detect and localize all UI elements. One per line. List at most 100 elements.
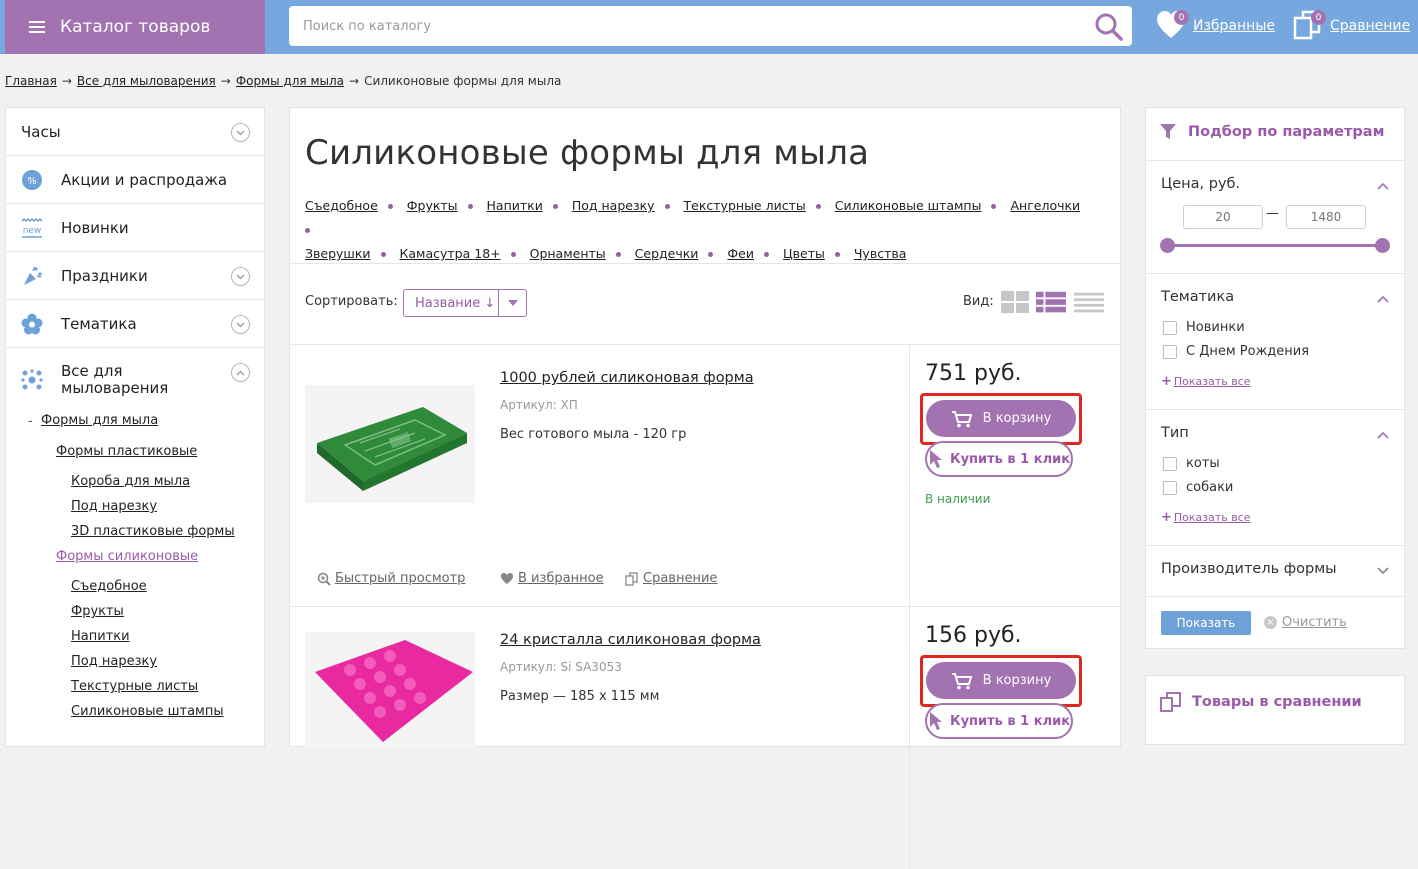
search-icon[interactable] (1094, 12, 1124, 42)
filter-apply-button[interactable]: Показать (1161, 611, 1251, 635)
compare-icon (1160, 692, 1181, 712)
checkbox[interactable] (1163, 480, 1177, 495)
sidebar-item-themes[interactable]: Тематика (6, 300, 264, 348)
tag-link[interactable]: Текстурные листы (684, 198, 806, 213)
chevron-down-icon[interactable] (231, 315, 250, 334)
catalog-menu-button[interactable]: Каталог товаров (5, 0, 265, 54)
checkbox[interactable] (1163, 456, 1177, 471)
checkbox-dogs[interactable]: собаки (1163, 480, 1233, 495)
price-range-min-handle[interactable] (1160, 238, 1175, 253)
tag-link[interactable]: Камасутра 18+ (400, 246, 501, 261)
chevron-down-icon[interactable] (231, 267, 250, 286)
compare-icon: 0 (1292, 8, 1326, 44)
checkbox[interactable] (1163, 320, 1177, 335)
tag-link[interactable]: Напитки (487, 198, 543, 213)
tag-link[interactable]: Феи (727, 246, 754, 261)
sidebar-item-holidays[interactable]: Праздники (6, 252, 264, 300)
tag-link[interactable]: Силиконовые штампы (835, 198, 982, 213)
chevron-down-icon[interactable] (231, 123, 250, 142)
clear-label: Очистить (1282, 615, 1347, 630)
breadcrumb-link[interactable]: Главная (5, 74, 57, 88)
tag-link[interactable]: Чувства (854, 246, 907, 261)
show-all-link[interactable]: + Показать все (1161, 374, 1251, 389)
sidebar-item-soapmaking[interactable]: Все для мыловарения (6, 348, 264, 416)
product-price: 751 руб. (925, 361, 1022, 386)
breadcrumb-link[interactable]: Все для мыловарения (77, 74, 216, 88)
search-input[interactable] (289, 6, 1069, 46)
product-image[interactable] (305, 632, 475, 750)
search-box (289, 6, 1132, 46)
checkbox-label: коты (1186, 456, 1220, 471)
chevron-up-icon[interactable] (1377, 431, 1389, 439)
checkbox-cats[interactable]: коты (1163, 456, 1220, 471)
tag-link[interactable]: Съедобное (305, 198, 378, 213)
sidebar-sub-boxes[interactable]: Короба для мыла (71, 474, 190, 489)
filter-theme-title[interactable]: Тематика (1161, 289, 1234, 305)
filter-panel: Подбор по параметрам Цена, руб. — Темати… (1145, 107, 1405, 649)
sidebar-sub-fruits[interactable]: Фрукты (71, 604, 124, 619)
compare-link[interactable]: 0 Сравнение (1292, 8, 1410, 44)
sidebar-sub-3d-plastic[interactable]: 3D пластиковые формы (71, 524, 235, 539)
buy-one-click-button[interactable]: Купить в 1 клик (925, 441, 1073, 477)
percent-icon: % (21, 169, 43, 191)
sidebar-sub-forms-plastic[interactable]: Формы пластиковые (56, 444, 197, 459)
chevron-up-icon[interactable] (1377, 295, 1389, 303)
sidebar-sub-cut[interactable]: Под нарезку (71, 499, 157, 514)
filter-price-title[interactable]: Цена, руб. (1161, 176, 1240, 192)
chevron-up-icon[interactable] (231, 363, 250, 382)
grid-view-icon[interactable] (1001, 291, 1031, 315)
add-to-cart-label: В корзину (982, 673, 1052, 688)
product-image[interactable] (305, 385, 475, 503)
divider (290, 263, 1120, 264)
price-max-input[interactable] (1286, 205, 1366, 229)
chevron-down-icon[interactable] (1377, 567, 1389, 575)
product-name-link[interactable]: 1000 рублей силиконовая форма (500, 370, 754, 386)
filter-type-title[interactable]: Тип (1161, 425, 1189, 441)
tag-dot (305, 228, 310, 233)
sidebar-sub-forms-silicone[interactable]: Формы силиконовые (56, 549, 198, 564)
tag-link[interactable]: Зверушки (305, 246, 371, 261)
add-to-cart-button[interactable]: В корзину (926, 400, 1076, 437)
filter-clear-button[interactable]: × Очистить (1264, 615, 1347, 630)
compare-panel-title[interactable]: Товары в сравнении (1160, 692, 1362, 712)
add-compare-link[interactable]: Сравнение (625, 571, 717, 586)
product-name-link[interactable]: 24 кристалла силиконовая форма (500, 632, 761, 648)
buy-one-click-button[interactable]: Купить в 1 клик (925, 703, 1073, 739)
tag-link[interactable]: Сердечки (635, 246, 699, 261)
sidebar-item-sales[interactable]: % Акции и распродажа (6, 156, 264, 204)
add-favorite-link[interactable]: В избранное (500, 571, 604, 586)
sidebar-item-new[interactable]: new Новинки (6, 204, 264, 252)
sort-select[interactable]: Название ↓ (403, 289, 527, 317)
price-range-track[interactable] (1166, 244, 1383, 247)
sidebar-sub-drinks[interactable]: Напитки (71, 629, 130, 644)
tag-link[interactable]: Цветы (783, 246, 825, 261)
add-to-cart-button[interactable]: В корзину (926, 662, 1076, 699)
close-icon: × (1264, 616, 1277, 629)
quick-view-link[interactable]: Быстрый просмотр (317, 571, 465, 586)
sidebar-sub-forms-soap[interactable]: Формы для мыла (41, 413, 158, 428)
sidebar-sub-stamps[interactable]: Силиконовые штампы (71, 704, 224, 719)
favorites-link[interactable]: 0 Избранные (1155, 8, 1275, 44)
sidebar-sub-edible[interactable]: Съедобное (71, 579, 147, 594)
breadcrumb-link[interactable]: Формы для мыла (236, 74, 344, 88)
filter-maker-title[interactable]: Производитель формы (1161, 561, 1337, 577)
sidebar-item-clocks[interactable]: Часы (6, 108, 264, 156)
tag-link[interactable]: Ангелочки (1010, 198, 1080, 213)
show-all-link[interactable]: + Показать все (1161, 510, 1251, 525)
sidebar-sub-texture[interactable]: Текстурные листы (71, 679, 198, 694)
price-range-max-handle[interactable] (1375, 238, 1390, 253)
table-view-icon[interactable] (1074, 291, 1104, 315)
chevron-up-icon[interactable] (1377, 182, 1389, 190)
checkbox-new[interactable]: Новинки (1163, 320, 1245, 335)
tag-link[interactable]: Под нарезку (572, 198, 655, 213)
list-view-icon[interactable] (1036, 291, 1066, 315)
filter-title: Подбор по параметрам (1160, 124, 1384, 140)
divider (1146, 273, 1404, 274)
tag-link[interactable]: Орнаменты (530, 246, 606, 261)
checkbox[interactable] (1163, 344, 1177, 359)
tag-link[interactable]: Фрукты (407, 198, 458, 213)
sidebar-sub-cut2[interactable]: Под нарезку (71, 654, 157, 669)
checkbox-birthday[interactable]: С Днем Рождения (1163, 344, 1309, 359)
price-min-input[interactable] (1183, 205, 1263, 229)
stock-status: В наличии (925, 492, 991, 506)
